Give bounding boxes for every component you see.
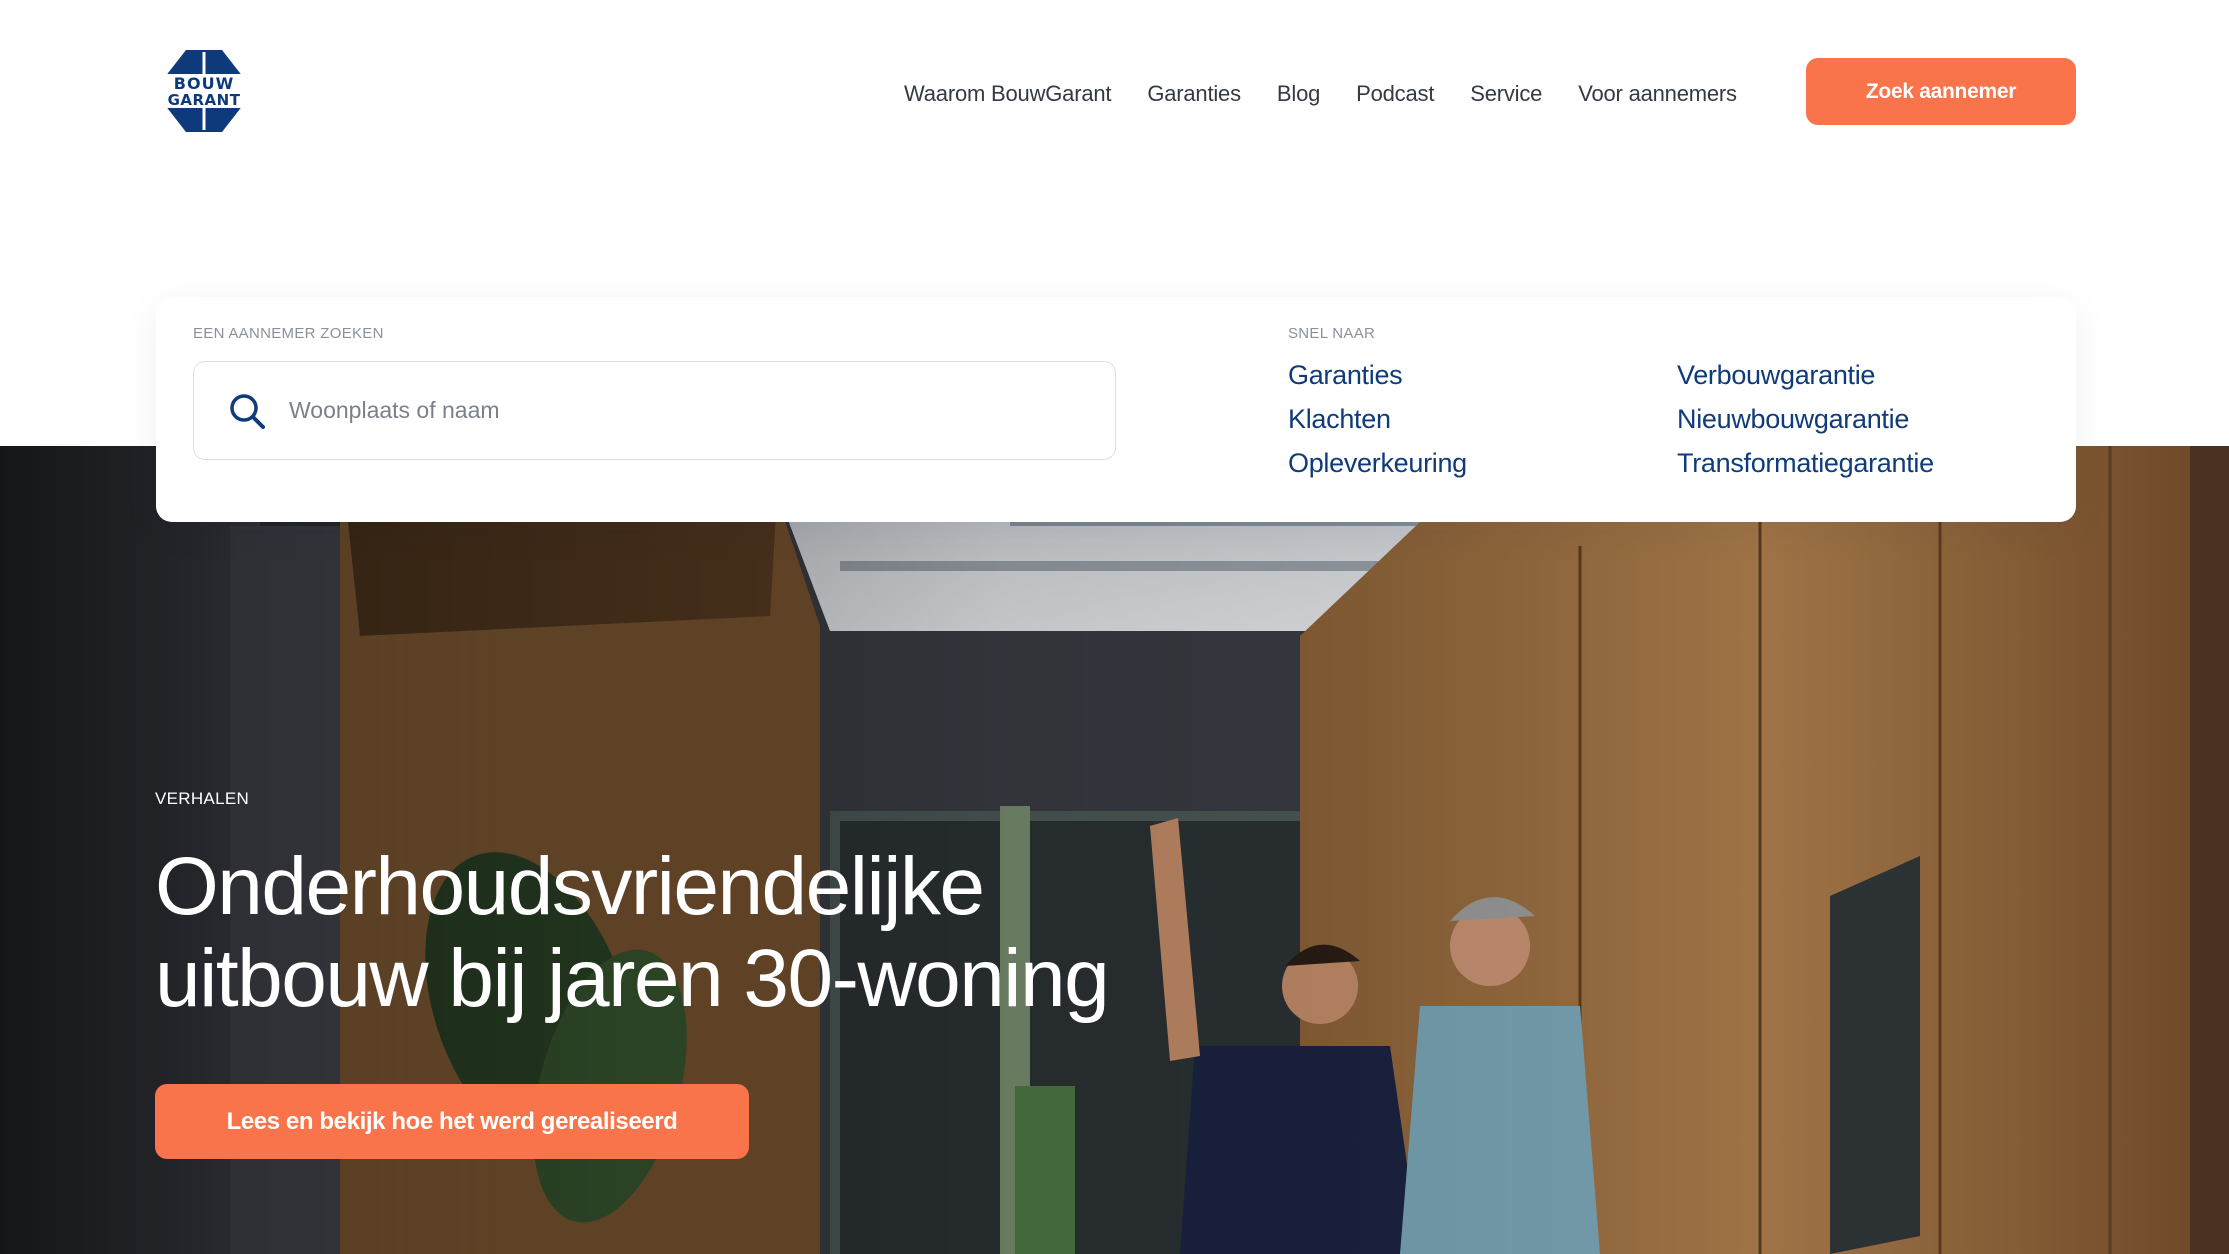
read-story-button[interactable]: Lees en bekijk hoe het werd gerealiseerd [155, 1084, 749, 1159]
nav-item-podcast[interactable]: Podcast [1356, 81, 1434, 107]
quick-links-label: SNEL NAAR [1288, 325, 1376, 342]
quick-link-verbouwgarantie[interactable]: Verbouwgarantie [1677, 357, 2066, 393]
search-icon [230, 393, 265, 429]
hero-title: Onderhoudsvriendelijke uitbouw bij jaren… [155, 841, 1255, 1025]
search-field[interactable] [193, 361, 1116, 460]
nav-item-garanties[interactable]: Garanties [1147, 81, 1241, 107]
hero-text: VERHALEN Onderhoudsvriendelijke uitbouw … [155, 789, 1255, 1025]
hero-eyebrow: VERHALEN [155, 789, 250, 808]
nav-item-waarom-bouwgarant[interactable]: Waarom BouwGarant [904, 81, 1112, 107]
search-label: EEN AANNEMER ZOEKEN [193, 325, 384, 342]
quick-links: Garanties Verbouwgarantie Klachten Nieuw… [1288, 357, 2066, 481]
site-header: BOUW GARANT Waarom BouwGarant Garanties … [0, 0, 2229, 190]
search-input[interactable] [289, 397, 1089, 424]
hero-section: VERHALEN Onderhoudsvriendelijke uitbouw … [0, 446, 2229, 1254]
nav-item-voor-aannemers[interactable]: Voor aannemers [1578, 81, 1737, 107]
bouwgarant-logo[interactable]: BOUW GARANT [154, 50, 254, 132]
nav-item-blog[interactable]: Blog [1277, 81, 1320, 107]
quick-link-transformatiegarantie[interactable]: Transformatiegarantie [1677, 445, 2066, 481]
quick-link-opleverkeuring[interactable]: Opleverkeuring [1288, 445, 1677, 481]
main-nav: Waarom BouwGarant Garanties Blog Podcast… [904, 74, 1737, 114]
nav-item-service[interactable]: Service [1470, 81, 1542, 107]
quick-link-nieuwbouwgarantie[interactable]: Nieuwbouwgarantie [1677, 401, 2066, 437]
find-contractor-button[interactable]: Zoek aannemer [1806, 58, 2076, 125]
hero-title-line-2: uitbouw bij jaren 30-woning [155, 933, 1110, 1024]
quick-link-garanties[interactable]: Garanties [1288, 357, 1677, 393]
page: VERHALEN Onderhoudsvriendelijke uitbouw … [0, 0, 2229, 1254]
hero-title-line-1: Onderhoudsvriendelijke [155, 841, 985, 932]
logo-text-line-2: GARANT [168, 91, 241, 109]
quick-link-klachten[interactable]: Klachten [1288, 401, 1677, 437]
search-card: EEN AANNEMER ZOEKEN SNEL NAAR Garanties … [156, 297, 2076, 522]
